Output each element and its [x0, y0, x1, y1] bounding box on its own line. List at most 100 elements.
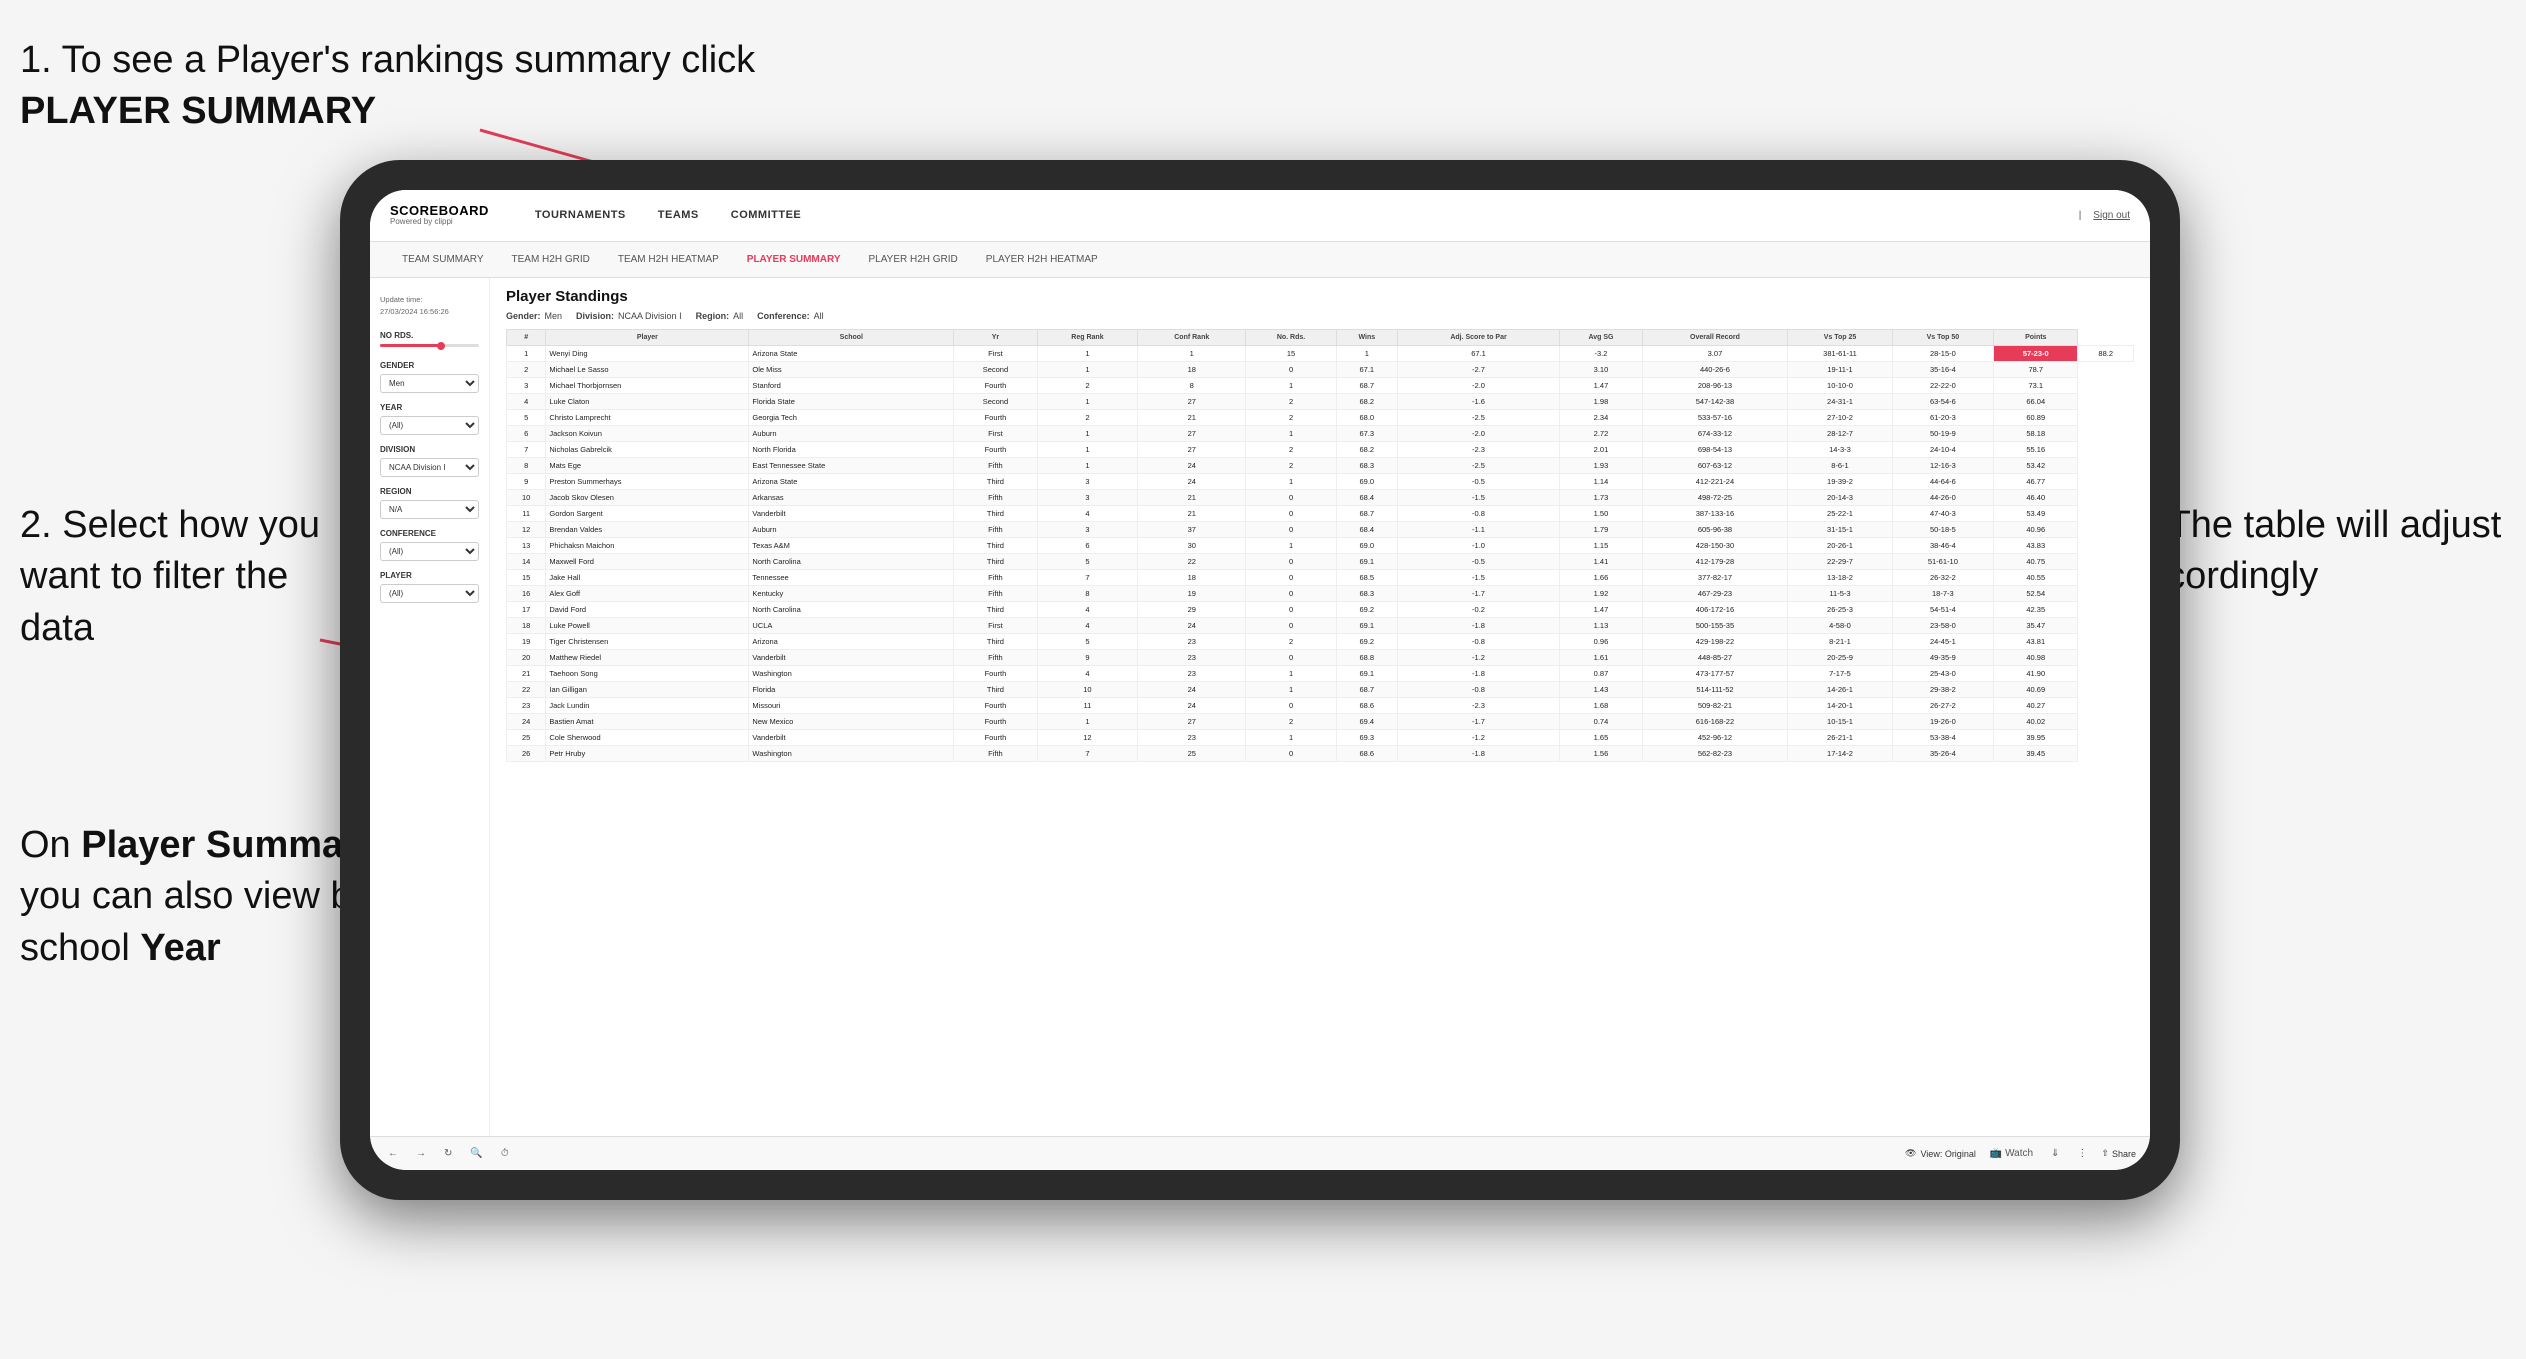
sidebar-gender-select[interactable]: Men	[380, 374, 479, 393]
sub-nav-team-h2h-heatmap[interactable]: TEAM H2H HEATMAP	[606, 242, 731, 278]
nav-right: | Sign out	[2079, 210, 2130, 221]
sidebar-year-select[interactable]: (All) First Second Third Fourth Fifth	[380, 416, 479, 435]
sign-out-link[interactable]: Sign out	[2093, 210, 2130, 221]
col-school: School	[749, 330, 954, 346]
sidebar-no-rds-slider[interactable]	[380, 344, 479, 347]
table-row: 20Matthew RiedelVanderbiltFifth923068.8-…	[507, 650, 2134, 666]
tablet-outer: SCOREBOARD Powered by clippi TOURNAMENTS…	[340, 160, 2180, 1200]
filter-division-value: NCAA Division I	[618, 311, 682, 321]
sub-nav-player-h2h-heatmap[interactable]: PLAYER H2H HEATMAP	[974, 242, 1110, 278]
sidebar-year-label: Year	[380, 403, 479, 412]
sub-nav: TEAM SUMMARY TEAM H2H GRID TEAM H2H HEAT…	[370, 242, 2150, 278]
sidebar-year-section: Year (All) First Second Third Fourth Fif…	[380, 403, 479, 435]
toolbar-view-label[interactable]: View: Original	[1920, 1149, 1975, 1159]
player-standings-table: # Player School Yr Reg Rank Conf Rank No…	[506, 329, 2134, 762]
sidebar-region-label: Region	[380, 487, 479, 496]
filter-gender-label: Gender:	[506, 311, 541, 321]
toolbar-refresh-btn[interactable]: ↻	[440, 1146, 456, 1161]
filter-division: Division: NCAA Division I	[576, 311, 682, 321]
toolbar-share-btn[interactable]: ⇧ Share	[2101, 1148, 2136, 1159]
logo-sub: Powered by clippi	[390, 217, 489, 227]
logo-area: SCOREBOARD Powered by clippi	[390, 204, 489, 227]
col-conf-rank: Conf Rank	[1138, 330, 1246, 346]
col-avg-sg: Avg SG	[1560, 330, 1642, 346]
toolbar-clock-btn[interactable]: ⏱	[497, 1146, 513, 1161]
tablet: SCOREBOARD Powered by clippi TOURNAMENTS…	[340, 160, 2180, 1200]
table-row: 3Michael ThorbjornsenStanfordFourth28168…	[507, 378, 2134, 394]
table-row: 18Luke PowellUCLAFirst424069.1-1.81.1350…	[507, 618, 2134, 634]
sidebar-conference-label: Conference	[380, 529, 479, 538]
table-row: 14Maxwell FordNorth CarolinaThird522069.…	[507, 554, 2134, 570]
main-content: Update time: 27/03/2024 16:56:26 No Rds.…	[370, 278, 2150, 1136]
table-row: 7Nicholas GabrelcikNorth FloridaFourth12…	[507, 442, 2134, 458]
sidebar-no-rds-section: No Rds.	[380, 331, 479, 347]
toolbar-zoom-btn[interactable]: 🔍	[466, 1146, 486, 1161]
filter-region-label: Region:	[696, 311, 730, 321]
filter-conference: Conference: All	[757, 311, 824, 321]
sub-nav-team-summary[interactable]: TEAM SUMMARY	[390, 242, 496, 278]
col-points: Points	[1994, 330, 2078, 346]
table-area: Player Standings Gender: Men Division: N…	[490, 278, 2150, 1136]
tablet-screen: SCOREBOARD Powered by clippi TOURNAMENTS…	[370, 190, 2150, 1170]
table-row: 22Ian GilliganFloridaThird1024168.7-0.81…	[507, 682, 2134, 698]
table-row: 4Luke ClatonFlorida StateSecond127268.2-…	[507, 394, 2134, 410]
filter-region: Region: All	[696, 311, 744, 321]
table-row: 11Gordon SargentVanderbiltThird421068.7-…	[507, 506, 2134, 522]
col-vs-top25: Vs Top 25	[1788, 330, 1892, 346]
sub-nav-player-h2h-grid[interactable]: PLAYER H2H GRID	[857, 242, 970, 278]
sidebar-gender-section: Gender Men	[380, 361, 479, 393]
toolbar-forward-btn[interactable]: →	[412, 1146, 430, 1161]
table-row: 24Bastien AmatNew MexicoFourth127269.4-1…	[507, 714, 2134, 730]
toolbar-back-btn[interactable]: ←	[384, 1146, 402, 1161]
toolbar-download-btn[interactable]: ⇓	[2047, 1146, 2063, 1161]
table-row: 15Jake HallTennesseeFifth718068.5-1.51.6…	[507, 570, 2134, 586]
sidebar-region-select[interactable]: N/A	[380, 500, 479, 519]
table-row: 6Jackson KoivunAuburnFirst127167.3-2.02.…	[507, 426, 2134, 442]
toolbar-view: 👁 View: Original	[1905, 1148, 1976, 1159]
table-title: Player Standings	[506, 288, 628, 305]
col-no-rds: No. Rds.	[1246, 330, 1337, 346]
col-wins: Wins	[1336, 330, 1397, 346]
annotation-step1: 1. To see a Player's rankings summary cl…	[20, 35, 780, 138]
col-rank: #	[507, 330, 546, 346]
col-overall-record: Overall Record	[1642, 330, 1788, 346]
filter-division-label: Division:	[576, 311, 614, 321]
sidebar-division-select[interactable]: NCAA Division I	[380, 458, 479, 477]
col-reg-rank: Reg Rank	[1037, 330, 1138, 346]
table-row: 8Mats EgeEast Tennessee StateFifth124268…	[507, 458, 2134, 474]
table-row: 13Phichaksn MaichonTexas A&MThird630169.…	[507, 538, 2134, 554]
table-row: 17David FordNorth CarolinaThird429069.2-…	[507, 602, 2134, 618]
filter-conference-label: Conference:	[757, 311, 810, 321]
col-vs-top50: Vs Top 50	[1892, 330, 1993, 346]
sidebar-region-section: Region N/A	[380, 487, 479, 519]
filter-gender: Gender: Men	[506, 311, 562, 321]
sidebar-division-section: Division NCAA Division I	[380, 445, 479, 477]
sidebar-player-label: Player	[380, 571, 479, 580]
annotation-step2: 2. Select how you want to filter the dat…	[20, 500, 330, 654]
sidebar-player-section: Player (All)	[380, 571, 479, 603]
table-row: 16Alex GoffKentuckyFifth819068.3-1.71.92…	[507, 586, 2134, 602]
top-nav: SCOREBOARD Powered by clippi TOURNAMENTS…	[370, 190, 2150, 242]
table-row: 19Tiger ChristensenArizonaThird523269.2-…	[507, 634, 2134, 650]
share-icon: ⇧	[2101, 1148, 2109, 1159]
filter-region-value: All	[733, 311, 743, 321]
nav-item-committee[interactable]: COMMITTEE	[715, 190, 818, 242]
sidebar-no-rds-label: No Rds.	[380, 331, 479, 340]
sub-nav-player-summary[interactable]: PLAYER SUMMARY	[735, 242, 853, 278]
filter-gender-value: Men	[545, 311, 563, 321]
sidebar: Update time: 27/03/2024 16:56:26 No Rds.…	[370, 278, 490, 1136]
table-row: 9Preston SummerhaysArizona StateThird324…	[507, 474, 2134, 490]
bottom-toolbar: ← → ↻ 🔍 ⏱ 👁 View: Original 📺 Watch ⇓ ⋮ ⇧…	[370, 1136, 2150, 1170]
toolbar-grid-btn[interactable]: ⋮	[2073, 1146, 2091, 1161]
sidebar-update-section: Update time: 27/03/2024 16:56:26	[380, 294, 479, 317]
nav-item-tournaments[interactable]: TOURNAMENTS	[519, 190, 642, 242]
slider-track	[380, 344, 439, 347]
col-adj-score: Adj. Score to Par	[1397, 330, 1560, 346]
sub-nav-team-h2h-grid[interactable]: TEAM H2H GRID	[500, 242, 602, 278]
sidebar-conference-section: Conference (All)	[380, 529, 479, 561]
sidebar-player-select[interactable]: (All)	[380, 584, 479, 603]
toolbar-watch-btn[interactable]: 📺 Watch	[1986, 1146, 2037, 1161]
table-row: 25Cole SherwoodVanderbiltFourth1223169.3…	[507, 730, 2134, 746]
nav-item-teams[interactable]: TEAMS	[642, 190, 715, 242]
sidebar-conference-select[interactable]: (All)	[380, 542, 479, 561]
